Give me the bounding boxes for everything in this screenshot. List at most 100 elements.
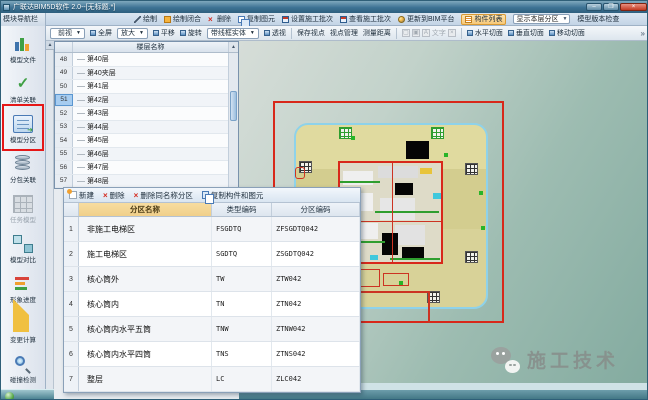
pan-button[interactable]: 平移 [153, 28, 175, 38]
m-section-icon [549, 30, 555, 36]
col-name-header[interactable]: 分区名称 [79, 203, 212, 216]
floor-row[interactable]: 55第46层 [55, 148, 228, 162]
fullscreen-button[interactable]: 全屏 [90, 28, 112, 38]
floor-row[interactable]: 48第40层 [55, 53, 228, 67]
rotate-button[interactable]: 旋转 [180, 28, 202, 38]
rotate-icon [180, 30, 186, 36]
manage-viewpoint-button[interactable]: 视点管理 [330, 28, 358, 38]
nav-panel-header: 模块导航栏 [1, 13, 46, 26]
perspective-button[interactable]: 透视 [264, 28, 286, 38]
perspective-icon [264, 30, 270, 36]
taskbar-glimpse [1, 389, 54, 400]
sidebar-item-list-link[interactable]: ✓ 清单关联 [1, 69, 45, 109]
save-viewpoint-button[interactable]: 保存视点 [297, 28, 325, 38]
toolbar-separator [461, 28, 462, 39]
floor-row[interactable]: 50第41层 [55, 80, 228, 94]
app-icon [3, 4, 10, 11]
new-partition-button[interactable]: 新建 [69, 190, 94, 201]
pan-icon [153, 30, 159, 36]
app-window: 广联达BIM5D软件 2.0--[无标题.*] – ❐ × 模块导航栏 绘制 绘… [0, 0, 648, 400]
content-area: ▲ [46, 41, 648, 400]
toolbar-overflow-button[interactable]: » [641, 29, 645, 38]
scroll-up-icon[interactable]: ▲ [228, 42, 238, 52]
component-list-button[interactable]: 构件列表 [461, 14, 506, 25]
sidebar-item-model-compare[interactable]: 模型对比 [1, 229, 45, 269]
batch-set-icon [282, 16, 289, 23]
floor-row[interactable]: 49第40夹层 [55, 67, 228, 81]
collapse-arrow-icon[interactable]: ▲ [46, 41, 54, 50]
draw-closed-button[interactable]: 绘制闭合 [164, 14, 201, 24]
highlight-annotation-box [2, 104, 44, 151]
floor-row[interactable]: 57第48层 [55, 175, 228, 189]
module-nav-sidebar: 模型文件 ✓ 清单关联 模型分区 分包关联 任务模型 模型对比 形象进度 变更计 [1, 26, 46, 400]
start-orb-icon [5, 392, 14, 400]
version-check-button[interactable]: 模型版本检查 [577, 14, 619, 24]
view-toolbar-row: 前视 ▼ 全屏 放大 ▼ 平移 旋转 带线框实体 ▼ 透视 保存视点 [46, 26, 648, 41]
text-tool-icon: A [422, 29, 430, 37]
plan-green-marker [444, 153, 448, 157]
draw-line-icon [134, 16, 141, 23]
plan-red-line [428, 291, 430, 323]
delete-x-icon: × [208, 16, 215, 23]
annotate-rect-icon: ▢ [402, 29, 410, 37]
draw-closed-icon [164, 16, 171, 23]
floor-scrollbar[interactable] [228, 53, 238, 188]
display-mode-dropdown[interactable]: 带线框实体 ▼ [207, 28, 259, 39]
copy-components-button[interactable]: 复制构件和图元 [202, 190, 264, 201]
task-model-icon [13, 195, 33, 213]
close-button[interactable]: × [620, 3, 647, 11]
delete-partition-button[interactable]: × 删除 [103, 190, 125, 201]
partition-row[interactable]: 3 核心筒外 TW ZTW042 [64, 267, 360, 292]
delete-same-name-button[interactable]: × 删除同名称分区 [134, 190, 193, 201]
floor-row-selected[interactable]: 51第42层 [55, 94, 228, 108]
model-compare-icon [13, 235, 33, 253]
progress-icon [13, 275, 33, 293]
plan-hatch-mark [465, 251, 478, 263]
partition-toolbar: 新建 × 删除 × 删除同名称分区 复制构件和图元 [64, 188, 360, 203]
wechat-icon [491, 347, 521, 373]
vertical-section-button[interactable]: 垂直切面 [508, 28, 544, 38]
panel-splitter[interactable]: ▲ [46, 41, 54, 400]
chevron-down-icon: ▼ [562, 16, 567, 22]
copy-icon [202, 191, 209, 199]
scrollbar-thumb[interactable] [230, 91, 237, 121]
partition-row[interactable]: 6 核心筒内水平四筒 TNS ZTNS042 [64, 342, 360, 367]
sidebar-item-subcontract-link[interactable]: 分包关联 [1, 149, 45, 189]
move-section-button[interactable]: 移动切面 [549, 28, 585, 38]
restore-button[interactable]: ❐ [603, 3, 619, 11]
delete-button[interactable]: × 删除 [208, 14, 231, 24]
zoom-dropdown[interactable]: 放大 ▼ [117, 28, 148, 39]
draw-button[interactable]: 绘制 [134, 14, 157, 24]
measure-distance-button[interactable]: 测量距离 [363, 28, 391, 38]
floor-row[interactable]: 52第43层 [55, 107, 228, 121]
set-batch-button[interactable]: 设置施工批次 [282, 14, 333, 24]
sidebar-item-change-calc[interactable]: 变更计算 [1, 309, 45, 349]
component-list-icon [465, 16, 472, 23]
plan-green-marker [351, 136, 355, 140]
partition-row[interactable]: 5 核心筒内水平五筒 TNW ZTNW042 [64, 317, 360, 342]
floor-row[interactable]: 53第44层 [55, 121, 228, 135]
h-section-icon [467, 30, 473, 36]
show-partition-dropdown[interactable]: 显示本层分区 ▼ [513, 14, 570, 24]
view-batch-button[interactable]: 查看施工批次 [340, 14, 391, 24]
annotate-fill-icon: ▣ [412, 29, 420, 37]
partition-row[interactable]: 1 非施工电梯区 FSGDTQ ZFSGDTQ042 [64, 217, 360, 242]
copy-element-button[interactable]: 复制图元 [238, 14, 275, 24]
partition-row[interactable]: 2 施工电梯区 SGDTQ ZSGDTQ042 [64, 242, 360, 267]
v-section-icon [508, 30, 514, 36]
minimize-button[interactable]: – [586, 3, 602, 11]
view-direction-dropdown[interactable]: 前视 ▼ [50, 28, 85, 39]
sidebar-item-collision-check[interactable]: 碰撞检测 [1, 349, 45, 389]
plan-red-detail [383, 273, 409, 286]
partition-row[interactable]: 4 核心筒内 TN ZTN042 [64, 292, 360, 317]
col-code-header[interactable]: 分区编码 [272, 203, 360, 216]
sidebar-item-task-model[interactable]: 任务模型 [1, 189, 45, 229]
update-bim-button[interactable]: 更新到BIM平台 [398, 14, 454, 24]
sidebar-item-model-file[interactable]: 模型文件 [1, 29, 45, 69]
model-file-icon [13, 35, 33, 53]
floor-row[interactable]: 54第45层 [55, 134, 228, 148]
horizontal-section-button[interactable]: 水平切面 [467, 28, 503, 38]
floor-row[interactable]: 56第47层 [55, 161, 228, 175]
partition-row[interactable]: 7 整层 LC ZLC042 [64, 367, 360, 392]
col-type-header[interactable]: 类型编码 [212, 203, 272, 216]
